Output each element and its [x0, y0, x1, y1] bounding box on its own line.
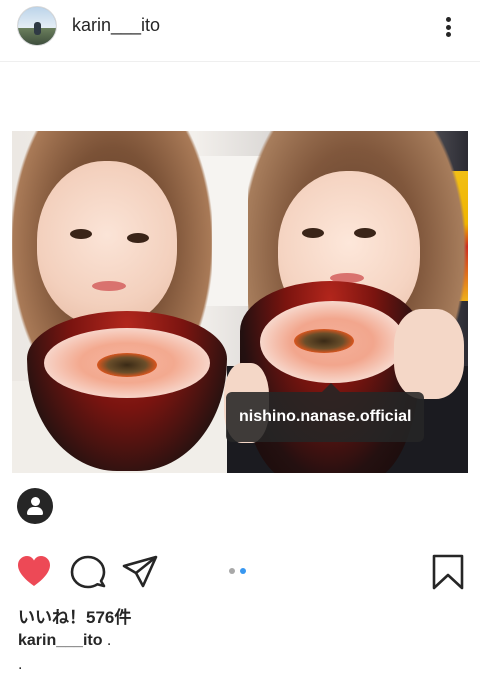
- caption: karin___ito .: [18, 632, 111, 650]
- caption-username[interactable]: karin___ito: [18, 632, 102, 649]
- likes-count[interactable]: いいね！576件: [18, 603, 131, 628]
- caption-text: .: [102, 632, 112, 649]
- carousel-indicator: [229, 568, 246, 574]
- header-divider: [0, 61, 480, 62]
- tag-arrow: [322, 383, 340, 392]
- post-header: karin___ito: [0, 0, 480, 56]
- user-tag-label[interactable]: nishino.nanase.official: [226, 392, 425, 442]
- avatar[interactable]: [17, 6, 57, 46]
- heart-icon[interactable]: [14, 552, 54, 592]
- comment-icon[interactable]: [68, 552, 108, 592]
- avatar-figure: [34, 22, 41, 35]
- bookmark-icon[interactable]: [428, 552, 468, 592]
- carousel-dot-1: [229, 568, 235, 574]
- post-username[interactable]: karin___ito: [72, 15, 160, 36]
- share-icon[interactable]: [120, 552, 160, 592]
- carousel-dot-2-active: [240, 568, 246, 574]
- more-vertical-icon[interactable]: [440, 14, 456, 40]
- caption-line-2: .: [18, 656, 23, 673]
- tagged-user-icon[interactable]: [17, 488, 53, 524]
